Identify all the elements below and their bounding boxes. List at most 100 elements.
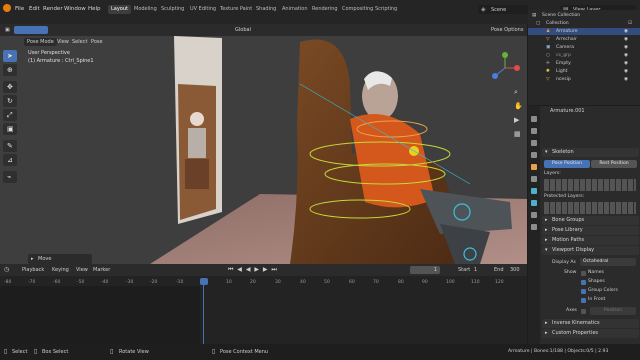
shapes-checkbox[interactable] [581, 280, 586, 285]
inverse-kinematics-panel[interactable]: ▸ Inverse Kinematics [542, 319, 639, 328]
axes-checkbox[interactable] [581, 309, 586, 314]
checkbox-icon[interactable]: ☑ [628, 20, 632, 27]
menu-pose[interactable]: Pose [88, 38, 106, 46]
shapes-option-label: Shapes [588, 279, 605, 284]
eye-icon[interactable]: ◉ [624, 68, 628, 75]
names-checkbox[interactable] [581, 271, 586, 276]
tool-rotate[interactable]: ↻ [3, 95, 17, 107]
protected-layers-grid[interactable] [544, 202, 636, 214]
menu-file[interactable]: File [15, 6, 24, 12]
tab-compositing[interactable]: Compositing [339, 5, 376, 14]
editor-type-icon[interactable]: ▣ [2, 26, 10, 34]
menu-render[interactable]: Render [43, 6, 63, 12]
display-as-dropdown[interactable]: Octahedral [580, 258, 636, 266]
tab-uv-editing[interactable]: UV Editing [187, 5, 219, 14]
tab-modeling[interactable]: Modeling [131, 5, 160, 14]
menu-help[interactable]: Help [88, 6, 101, 12]
playhead-handle[interactable] [200, 278, 208, 285]
relax-icon: ⌁ [7, 173, 12, 181]
outliner-item-armchair[interactable]: ▽ Armchair ◉ [528, 36, 640, 43]
properties-editor[interactable]: Armature.001 ▾ Skeleton Pose Position Re… [528, 106, 640, 344]
mode-dropdown[interactable]: Pose Mode [24, 38, 57, 46]
outliner-item-empty[interactable]: ✢ Empty ◉ [528, 60, 640, 67]
tab-rendering[interactable]: Rendering [309, 5, 341, 14]
object-name-field[interactable]: Armature.001 [550, 108, 585, 114]
tool-move[interactable]: ✥ [3, 81, 17, 93]
zoom-icon[interactable]: ⌕ [514, 88, 518, 97]
eye-icon[interactable]: ◉ [624, 52, 628, 59]
outliner-item-ncesip[interactable]: ▽ ncesip ◉ [528, 76, 640, 83]
outliner-item-light[interactable]: ✺ Light ◉ [528, 68, 640, 75]
timeline-tick-label: 50 [324, 280, 330, 285]
mouse-left-icon: ▯ [4, 348, 8, 355]
motion-paths-panel[interactable]: ▸ Motion Paths [542, 236, 639, 245]
tool-scale[interactable]: ⤢ [3, 109, 17, 121]
start-frame-field[interactable]: 1 [474, 267, 477, 273]
timeline-editor-icon[interactable]: ◷ [4, 266, 9, 273]
group-colors-checkbox[interactable] [581, 289, 586, 294]
timeline-tick-label: -60 [53, 280, 61, 285]
collection-box-icon: ▢ [536, 21, 541, 26]
eye-icon[interactable]: ◉ [624, 60, 628, 67]
custom-properties-panel[interactable]: ▸ Custom Properties [542, 329, 639, 338]
axes-position-field[interactable]: Position [590, 307, 636, 315]
blender-logo-icon[interactable] [3, 4, 11, 12]
timeline-editor[interactable]: ◷ Playback Keying View Marker ⏮ ◀ ◀ ▶ ▶ … [0, 264, 527, 344]
outliner-item-cs-grp[interactable]: ○ cs_grp ◉ [528, 52, 640, 59]
timeline-tick-label: 100 [446, 280, 455, 285]
outliner-item-armature[interactable]: ♟ Armature ◉ [528, 28, 640, 35]
grid-view-icon[interactable]: ▦ [514, 130, 521, 138]
pose-library-panel[interactable]: ▸ Pose Library [542, 226, 639, 235]
timeline-menu-playback[interactable]: Playback [22, 267, 44, 273]
pencil-icon: ✎ [7, 142, 13, 150]
outliner-scene-collection[interactable]: ▤ Scene Collection [528, 12, 640, 19]
pose-position-button[interactable]: Pose Position [544, 160, 590, 168]
eye-icon[interactable]: ◉ [624, 28, 628, 35]
tool-transform[interactable]: ▣ [3, 123, 17, 135]
tab-scripting[interactable]: Scripting [372, 5, 400, 14]
outliner[interactable]: ▤ Scene Collection ▢ Collection ☑ ♟ Arma… [528, 10, 640, 105]
skeleton-panel-header[interactable]: ▾ Skeleton [542, 148, 639, 157]
current-frame-field[interactable]: 1 [410, 266, 440, 274]
timeline-menu-marker[interactable]: Marker [93, 267, 110, 273]
timeline-menu-view[interactable]: View [76, 267, 88, 273]
eye-icon[interactable]: ◉ [624, 76, 628, 83]
outliner-item-camera[interactable]: ▣ Camera ◉ [528, 44, 640, 51]
eye-icon[interactable]: ◉ [624, 36, 628, 43]
camera-view-icon[interactable]: ▶ [514, 116, 519, 124]
in-front-checkbox[interactable] [581, 298, 586, 303]
pan-hand-icon[interactable]: ✋ [514, 102, 523, 110]
tool-pose-relax[interactable]: ⌁ [3, 171, 17, 183]
navigation-gizmo[interactable] [487, 50, 523, 86]
select-mode-icons[interactable] [14, 26, 48, 34]
playhead[interactable] [203, 278, 204, 344]
orientation-dropdown[interactable]: Global [232, 26, 254, 34]
timeline-tick-label: -10 [176, 280, 184, 285]
tab-animation[interactable]: Animation [279, 5, 311, 14]
menu-window[interactable]: Window [64, 6, 86, 12]
pose-options-dropdown[interactable]: Pose Options [488, 26, 527, 34]
tool-cursor[interactable]: ⊕ [3, 64, 17, 76]
last-operator-panel[interactable]: ▸ Move [28, 254, 92, 264]
menu-edit[interactable]: Edit [29, 6, 40, 12]
tool-select-box[interactable]: ➤ [3, 50, 17, 62]
tab-texture-paint[interactable]: Texture Paint [217, 5, 255, 14]
timeline-menu-keying[interactable]: Keying [52, 267, 69, 273]
tool-measure[interactable]: ⊿ [3, 154, 17, 166]
scene-selector[interactable]: ◈ Scene [478, 5, 528, 14]
tab-shading[interactable]: Shading [253, 5, 279, 14]
tool-annotate[interactable]: ✎ [3, 140, 17, 152]
group-icon: ○ [546, 53, 551, 58]
end-frame-field[interactable]: 300 [510, 267, 520, 273]
properties-tab-strip[interactable] [528, 106, 540, 344]
layers-grid[interactable] [544, 179, 636, 191]
tab-sculpting[interactable]: Sculpting [158, 5, 187, 14]
rest-position-button[interactable]: Rest Position [591, 160, 637, 168]
bone-groups-panel[interactable]: ▸ Bone Groups [542, 216, 639, 225]
outliner-collection[interactable]: ▢ Collection ☑ [528, 20, 640, 27]
playback-controls[interactable]: ⏮ ◀ ◀ ▶ ▶ ⏭ [228, 266, 278, 274]
viewport-display-panel[interactable]: ▾ Viewport Display [542, 246, 639, 255]
eye-icon[interactable]: ◉ [624, 44, 628, 51]
3d-viewport[interactable]: ▣ Pose Mode View Select Pose Global Pose… [0, 24, 527, 264]
tab-layout[interactable]: Layout [108, 5, 131, 14]
